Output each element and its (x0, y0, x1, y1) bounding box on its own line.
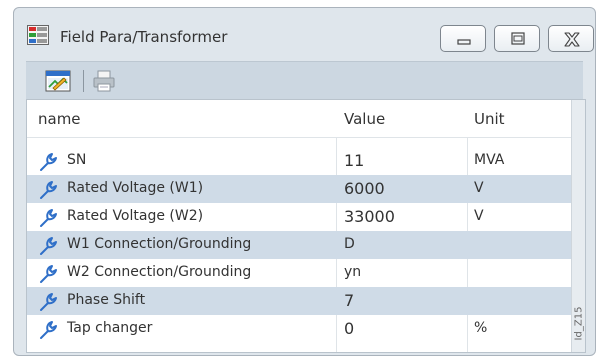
param-name: Rated Voltage (W2) (67, 208, 204, 224)
minimize-button[interactable] (440, 25, 486, 52)
param-value[interactable]: 33000 (344, 207, 395, 226)
param-value[interactable]: 11 (344, 151, 364, 170)
param-value[interactable]: 0 (344, 319, 354, 338)
param-value[interactable]: 7 (344, 291, 354, 310)
param-name: W1 Connection/Grounding (67, 236, 252, 252)
param-value[interactable]: 6000 (344, 179, 385, 198)
print-icon[interactable] (92, 70, 116, 92)
edit-parameters-icon[interactable] (45, 69, 71, 93)
table-row[interactable]: Rated Voltage (W1) 6000 V (27, 175, 571, 203)
table-row[interactable]: W2 Connection/Grounding yn (27, 259, 571, 287)
column-header-unit[interactable]: Unit (474, 110, 505, 128)
wrench-icon (40, 237, 57, 255)
component-id-text: Id_Z15 (573, 306, 585, 341)
title-bar[interactable]: Field Para/Transformer (14, 8, 595, 58)
table-row[interactable]: Phase Shift 7 (27, 287, 571, 315)
window: Field Para/Transformer name Value Unit S… (13, 7, 596, 356)
param-unit: % (474, 320, 488, 336)
wrench-icon (40, 293, 57, 311)
wrench-icon (40, 265, 57, 283)
toolbar (26, 61, 583, 99)
component-id-label: Id_Z15 (571, 300, 585, 350)
app-icon (27, 25, 49, 45)
param-name: SN (67, 152, 87, 168)
maximize-icon (511, 32, 525, 45)
param-value[interactable]: D (344, 236, 355, 252)
param-unit: V (474, 208, 484, 224)
close-icon (564, 32, 580, 47)
maximize-button[interactable] (494, 25, 540, 52)
param-name: Tap changer (67, 320, 153, 336)
wrench-icon (40, 181, 57, 199)
wrench-icon (40, 153, 57, 171)
param-name: Rated Voltage (W1) (67, 180, 204, 196)
param-unit: MVA (474, 152, 505, 168)
window-title: Field Para/Transformer (60, 28, 228, 46)
wrench-icon (40, 209, 57, 227)
table-row[interactable]: Rated Voltage (W2) 33000 V (27, 203, 571, 231)
minimize-icon (457, 39, 471, 45)
parameter-table: name Value Unit SN 11 MVA Rated Voltage … (26, 99, 586, 353)
table-row[interactable]: Tap changer 0 % (27, 315, 571, 343)
column-header-name[interactable]: name (38, 110, 81, 128)
param-value[interactable]: yn (344, 264, 361, 280)
param-unit: V (474, 180, 484, 196)
wrench-icon (40, 321, 57, 339)
param-name: Phase Shift (67, 292, 146, 308)
toolbar-separator (83, 70, 84, 92)
table-header: name Value Unit (27, 100, 571, 138)
table-row[interactable]: W1 Connection/Grounding D (27, 231, 571, 259)
column-header-value[interactable]: Value (344, 110, 385, 128)
close-button[interactable] (548, 25, 594, 52)
param-name: W2 Connection/Grounding (67, 264, 252, 280)
table-row[interactable]: SN 11 MVA (27, 147, 571, 175)
